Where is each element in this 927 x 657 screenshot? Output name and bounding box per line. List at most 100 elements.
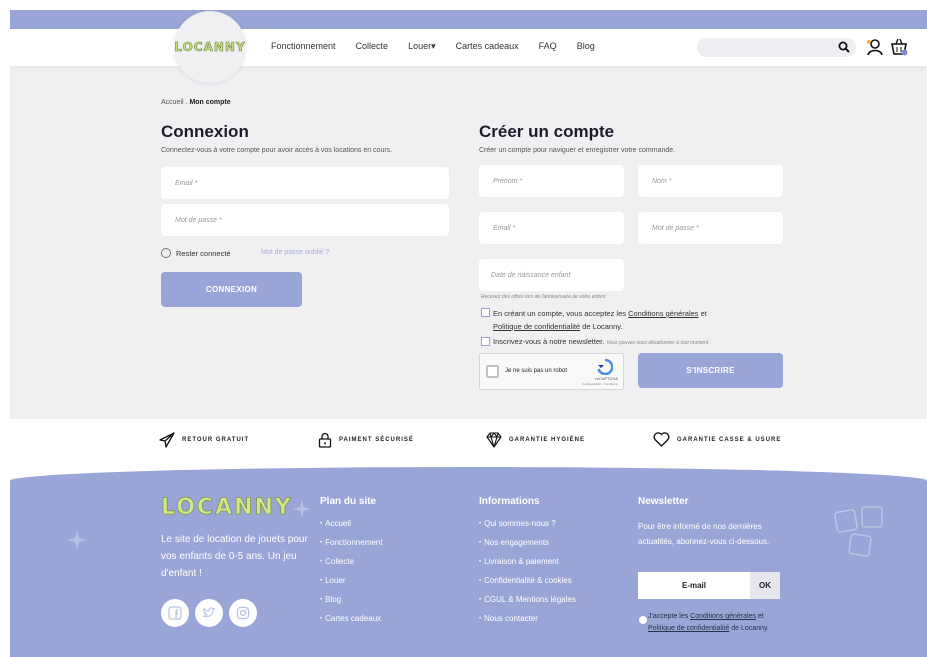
nav-cartes-cadeaux[interactable]: Cartes cadeaux <box>456 41 519 52</box>
birthdate-hint: Recevez des offres lors de l'anniversair… <box>481 294 606 300</box>
login-title: Connexion <box>161 122 249 141</box>
consent-terms-link[interactable]: Conditions générales <box>690 613 756 620</box>
toy-blocks-decoration <box>834 506 883 557</box>
privacy-link[interactable]: Politique de confidentialité <box>493 322 580 331</box>
consent-radio[interactable] <box>639 616 647 624</box>
nav-fonctionnement[interactable]: Fonctionnement <box>271 41 336 52</box>
facebook-icon[interactable] <box>161 599 189 627</box>
register-button[interactable]: S'INSCRIRE <box>638 353 783 388</box>
paper-plane-icon <box>159 432 175 448</box>
info-list: Qui sommes-nous ? Nos engagements Livrai… <box>479 519 576 633</box>
captcha-label: Je ne suis pas un robot <box>505 368 568 374</box>
info-item[interactable]: Livraison & paiement <box>479 557 576 576</box>
terms-after: de Locanny. <box>580 322 623 331</box>
recaptcha-widget: Je ne suis pas un robot reCAPTCHA Confid… <box>479 353 624 390</box>
feature-label: GARANTIE CASSE & USURE <box>677 436 782 443</box>
consent-after: de Locanny. <box>729 625 769 632</box>
header-logo[interactable]: LOCANNY <box>174 11 246 83</box>
forgot-password-link[interactable]: Mot de passe oublié ? <box>261 249 330 256</box>
heart-icon <box>653 432 670 447</box>
sitemap-item[interactable]: Louer <box>320 576 382 595</box>
star-decoration <box>292 499 312 519</box>
feature-label: GARANTIE HYGIÈNE <box>509 437 586 443</box>
nav-collecte[interactable]: Collecte <box>356 41 389 52</box>
info-item[interactable]: Confidentialité & cookies <box>479 576 576 595</box>
captcha-brand: reCAPTCHA <box>595 376 618 381</box>
feature-free-return: RETOUR GRATUIT <box>159 432 249 448</box>
nav-blog[interactable]: Blog <box>577 41 595 52</box>
breadcrumb-separator: . <box>185 99 188 106</box>
breadcrumb-home[interactable]: Accueil <box>161 99 184 106</box>
sitemap-item[interactable]: Collecte <box>320 557 382 576</box>
feature-label: PAIMENT SÉCURISÉ <box>339 437 414 443</box>
login-email-field[interactable]: Email * <box>161 167 449 199</box>
breadcrumb-current: Mon compte <box>189 99 231 106</box>
feature-label: RETOUR GRATUIT <box>182 437 250 443</box>
sitemap-item[interactable]: Accueil <box>320 519 382 538</box>
header: Fonctionnement Collecte Louer▾ Cartes ca… <box>10 29 927 66</box>
sitemap-item[interactable]: Fonctionnement <box>320 538 382 557</box>
remember-label: Rester connecté <box>176 249 231 258</box>
consent-mid: et <box>755 613 764 620</box>
newsletter-text: Inscrivez-vous à notre newsletter. <box>493 337 605 346</box>
terms-checkbox[interactable] <box>481 308 490 317</box>
footer-description: Le site de location de jouets pour vos e… <box>161 534 308 579</box>
info-item[interactable]: Nous contacter <box>479 614 576 633</box>
breadcrumb: Accueil . Mon compte <box>161 99 231 106</box>
consent-privacy-link[interactable]: Politique de confidentialité <box>648 625 729 632</box>
twitter-icon[interactable] <box>195 599 223 627</box>
basket-icon[interactable] <box>890 38 908 56</box>
top-band <box>10 10 927 29</box>
newsletter-consent: J'accepte les Conditions générales et Pol… <box>648 611 808 635</box>
lastname-field[interactable]: Nom * <box>638 165 783 197</box>
remember-radio[interactable] <box>161 248 171 258</box>
login-subtitle: Connectez-vous à votre compte pour avoir… <box>161 147 393 154</box>
nav-louer[interactable]: Louer▾ <box>408 41 436 52</box>
consent-before: J'accepte les <box>648 613 691 620</box>
main-nav: Fonctionnement Collecte Louer▾ Cartes ca… <box>271 41 595 52</box>
sitemap-item[interactable]: Blog <box>320 595 382 614</box>
feature-warranty: GARANTIE CASSE & USURE <box>653 432 781 447</box>
feature-secure-payment: PAIMENT SÉCURISÉ <box>318 432 414 448</box>
login-password-field[interactable]: Mot de passe * <box>161 204 449 236</box>
sitemap-item[interactable]: Cartes cadeaux <box>320 614 382 633</box>
firstname-field[interactable]: Prénom * <box>479 165 624 197</box>
chevron-down-icon: ▾ <box>431 41 436 51</box>
terms-link[interactable]: Conditions générales <box>628 309 698 318</box>
captcha-checkbox[interactable] <box>486 365 499 378</box>
info-title: Informations <box>479 496 540 507</box>
nav-faq[interactable]: FAQ <box>539 41 557 52</box>
newsletter-email-field[interactable]: E-mail <box>638 572 750 599</box>
captcha-links[interactable]: Confidentialité - Conditions <box>582 382 618 386</box>
register-email-field[interactable]: Email * <box>479 212 624 244</box>
register-password-field[interactable]: Mot de passe * <box>638 212 783 244</box>
terms-before: En créant un compte, vous acceptez les <box>493 309 629 318</box>
search-icon[interactable] <box>838 41 850 53</box>
footer-logo[interactable]: LOCANNY <box>161 495 293 521</box>
search-input[interactable] <box>697 38 856 57</box>
logo-text: LOCANNY <box>174 40 246 55</box>
newsletter-checkbox[interactable] <box>481 337 490 346</box>
recaptcha-icon <box>597 359 613 375</box>
sitemap-title: Plan du site <box>320 496 377 507</box>
user-icon[interactable] <box>866 38 884 56</box>
sitemap-list: Accueil Fonctionnement Collecte Louer Bl… <box>320 519 382 633</box>
diamond-icon <box>486 432 502 448</box>
login-button[interactable]: CONNEXION <box>161 272 302 307</box>
page: Fonctionnement Collecte Louer▾ Cartes ca… <box>10 10 927 657</box>
register-subtitle: Créer un compte pour naviguer et enregis… <box>479 147 676 154</box>
info-item[interactable]: CGUL & Mentions légales <box>479 595 576 614</box>
info-item[interactable]: Nos engagements <box>479 538 576 557</box>
nav-louer-label: Louer <box>408 41 432 51</box>
newsletter-hint: Vous pouvez vous désabonner à tout momen… <box>606 340 710 346</box>
instagram-icon[interactable] <box>229 599 257 627</box>
star-decoration <box>67 530 87 550</box>
terms-text: En créant un compte, vous acceptez les C… <box>493 307 763 333</box>
info-item[interactable]: Qui sommes-nous ? <box>479 519 576 538</box>
lock-icon <box>318 432 332 448</box>
birthdate-field[interactable]: Date de naissance enfant <box>479 259 624 291</box>
feature-hygiene: GARANTIE HYGIÈNE <box>486 432 585 448</box>
footer: LOCANNY Le site de location de jouets po… <box>10 467 927 657</box>
newsletter-title: Newsletter <box>638 496 689 507</box>
newsletter-ok-button[interactable]: OK <box>750 572 780 599</box>
